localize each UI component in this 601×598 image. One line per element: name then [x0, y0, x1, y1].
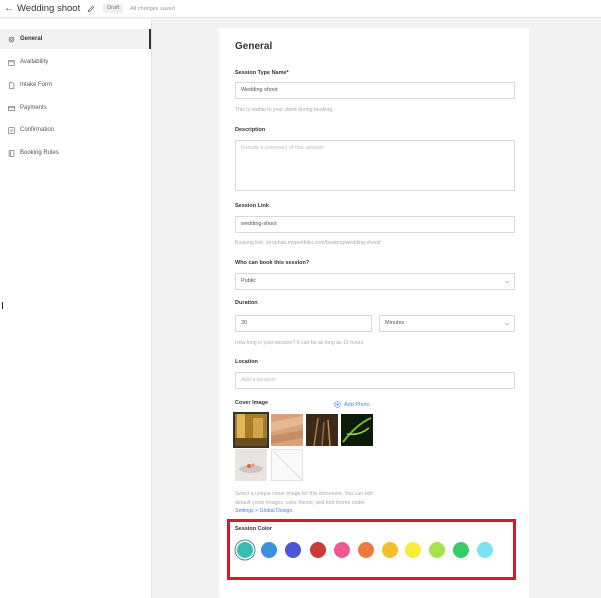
- general-settings-card: General Session Type Name* Wedding shoot…: [219, 28, 529, 598]
- chevron-down-icon: [504, 322, 510, 326]
- cover-thumbnail-none[interactable]: [271, 449, 303, 481]
- global-design-link[interactable]: Settings > Global Design.: [235, 508, 294, 514]
- gear-icon: [8, 36, 15, 42]
- cover-thumbnail[interactable]: [341, 414, 373, 446]
- cover-image-green-leaves: [341, 414, 373, 446]
- cover-thumbnail[interactable]: [233, 412, 269, 448]
- sidebar-item-availability[interactable]: Availability: [0, 52, 151, 72]
- session-color-label: Session Color: [235, 526, 272, 532]
- sidebar-item-label: Payments: [20, 105, 47, 111]
- page-title: General: [235, 41, 273, 52]
- sidebar-item-confirmation[interactable]: Confirmation: [0, 120, 151, 140]
- calendar-icon: [8, 59, 15, 66]
- duration-input[interactable]: 30: [235, 315, 372, 332]
- checkbox-icon: [8, 126, 15, 134]
- document-title: Wedding shoot: [17, 3, 81, 14]
- duration-unit-select[interactable]: Minutes: [379, 315, 515, 332]
- sidebar-item-intake-form[interactable]: Intake Form: [0, 75, 151, 95]
- cover-image-fabric: [271, 414, 303, 446]
- cover-image-sunlit-wall: [235, 414, 267, 446]
- cover-note-text: Select a unique cover image for this doc…: [235, 491, 373, 506]
- color-swatch-pink[interactable]: [334, 542, 350, 558]
- pencil-icon[interactable]: [87, 5, 95, 13]
- color-swatch-teal[interactable]: [237, 542, 253, 558]
- save-status: All changes saved: [130, 5, 175, 12]
- active-indicator: [149, 29, 151, 49]
- chevron-down-icon: [504, 280, 510, 284]
- color-swatch-lime[interactable]: [429, 542, 445, 558]
- sidebar-item-label: Booking Rules: [20, 150, 59, 156]
- sidebar-item-label: Availability: [20, 59, 49, 65]
- add-photo-label: Add Photo: [344, 401, 370, 408]
- color-swatch-cyan[interactable]: [477, 542, 493, 558]
- duration-unit-value: Minutes: [385, 320, 405, 326]
- cover-thumbnail[interactable]: [235, 449, 267, 481]
- sidebar: General Availability Intake Form Payment…: [0, 19, 152, 598]
- color-swatch-green[interactable]: [453, 542, 469, 558]
- duration-label: Duration: [235, 300, 258, 306]
- cover-thumbnail[interactable]: [306, 414, 338, 446]
- description-textarea[interactable]: Include a summary of this session: [235, 140, 515, 191]
- booking-link-helper: Booking link: /prophan.myportfolio.com/b…: [235, 240, 381, 246]
- cover-image-flowers: [235, 449, 267, 481]
- who-can-book-value: Public: [241, 278, 256, 284]
- top-bar: ← Wedding shoot Draft All changes saved: [0, 0, 601, 18]
- location-label: Location: [235, 359, 258, 365]
- session-type-name-label: Session Type Name*: [235, 70, 289, 76]
- sidebar-item-booking-rules[interactable]: Booking Rules: [0, 143, 151, 163]
- session-link-label: Session Link: [235, 203, 269, 209]
- duration-helper: How long is your session? It can be as l…: [235, 340, 365, 346]
- status-badge: Draft: [103, 3, 124, 14]
- sidebar-item-label: Confirmation: [20, 127, 55, 133]
- who-can-book-select[interactable]: Public: [235, 273, 515, 290]
- cover-thumbnail[interactable]: [271, 414, 303, 446]
- who-can-book-label: Who can book this session?: [235, 260, 310, 266]
- session-type-name-helper: This is visible to your client during bo…: [235, 107, 334, 113]
- sidebar-item-general[interactable]: General: [0, 29, 151, 49]
- cover-image-label: Cover Image: [235, 400, 269, 406]
- color-swatch-amber[interactable]: [382, 542, 398, 558]
- session-link-input[interactable]: wedding-shoot: [235, 216, 515, 233]
- no-image-slash-icon: [272, 450, 302, 480]
- document-icon: [9, 81, 15, 89]
- add-photo-button[interactable]: Add Photo: [334, 401, 370, 408]
- description-label: Description: [235, 127, 266, 133]
- cover-image-dark-stems: [306, 414, 338, 446]
- color-swatch-indigo[interactable]: [285, 542, 301, 558]
- sidebar-item-payments[interactable]: Payments: [0, 98, 151, 118]
- sidebar-item-label: General: [20, 36, 43, 42]
- color-swatch-red[interactable]: [310, 542, 326, 558]
- session-type-name-input[interactable]: Wedding shoot: [235, 82, 515, 99]
- color-swatch-blue[interactable]: [261, 542, 277, 558]
- location-input[interactable]: Add a location: [235, 372, 515, 389]
- book-icon: [8, 149, 15, 157]
- plus-circle-icon: [334, 401, 341, 408]
- back-arrow-icon[interactable]: ←: [4, 3, 14, 14]
- card-icon: [8, 105, 15, 111]
- text-cursor: [2, 302, 3, 309]
- sidebar-item-label: Intake Form: [20, 82, 53, 88]
- color-swatch-orange[interactable]: [358, 542, 374, 558]
- color-swatch-yellow[interactable]: [405, 542, 421, 558]
- cover-image-note: Select a unique cover image for this doc…: [235, 490, 385, 516]
